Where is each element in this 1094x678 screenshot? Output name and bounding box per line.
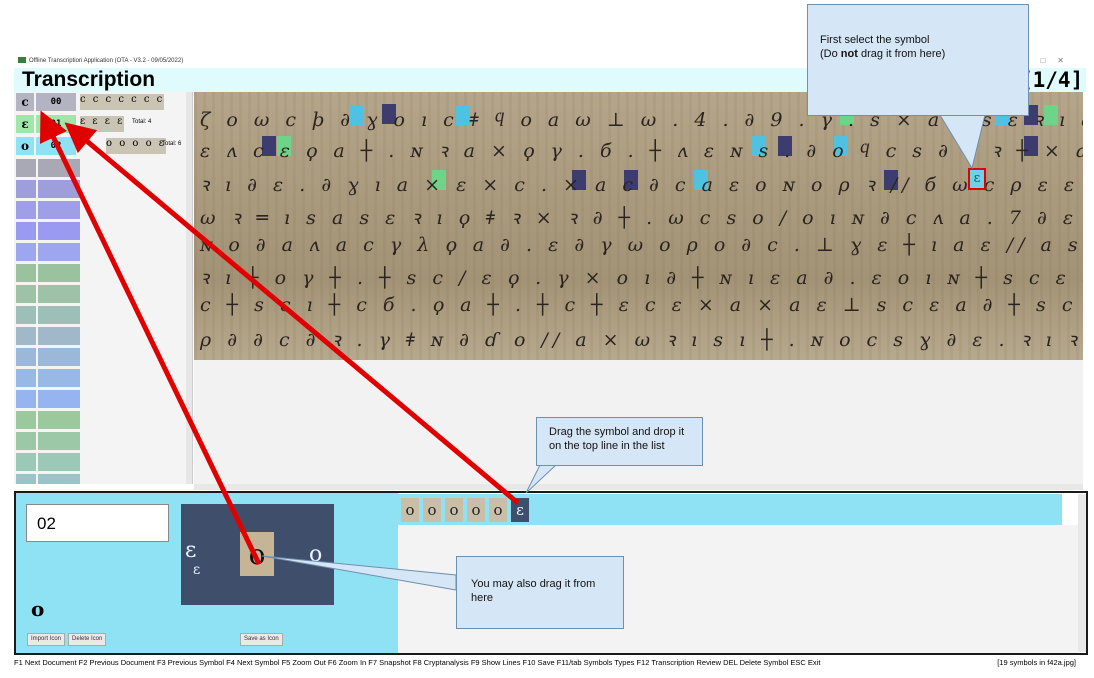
callout-text: drag it from here) <box>857 48 946 60</box>
callout-drag-from-here: You may also drag it from here <box>456 556 624 629</box>
callout-drag-symbol: Drag the symbol and drop it on the top l… <box>536 417 703 466</box>
callout-emphasis: not <box>840 48 858 60</box>
callout-text: You may also drag it from here <box>471 578 596 604</box>
callout-select-symbol: First select the symbol (Do not drag it … <box>807 4 1029 116</box>
drag-arrow <box>39 110 262 566</box>
callout-pointer <box>525 464 558 494</box>
callout-pointer <box>939 114 986 170</box>
callout-text: Drag the symbol and drop it on the top l… <box>549 426 685 452</box>
callout-pointer <box>261 555 457 591</box>
callout-text: (Do <box>820 48 841 60</box>
callout-text: First select the symbol <box>820 34 930 46</box>
